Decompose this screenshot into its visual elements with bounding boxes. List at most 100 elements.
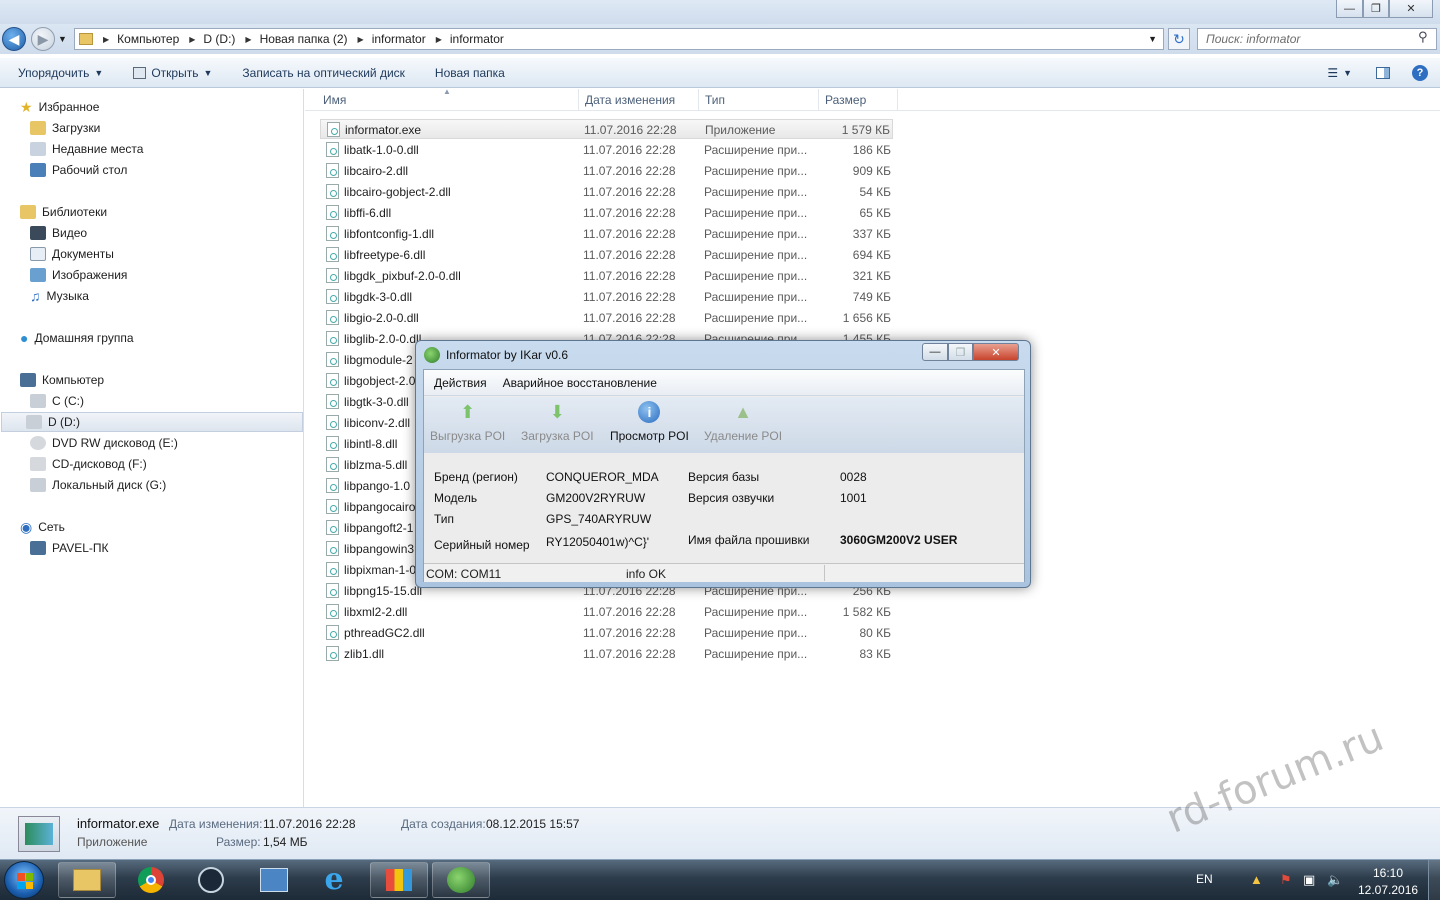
dialog-maximize-button[interactable]: ❐ (948, 343, 973, 361)
dialog-close-button[interactable]: ✕ (973, 343, 1019, 361)
file-row[interactable]: libcairo-gobject-2.dll 11.07.2016 22:28 Ра… (320, 182, 893, 202)
nav-homegroup[interactable]: ● Домашняя группа (20, 328, 134, 348)
organize-button[interactable]: Упорядочить ▼ (18, 66, 103, 80)
taskbar-informator[interactable] (432, 862, 490, 898)
nav-drive-g[interactable]: Локальный диск (G:) (30, 475, 166, 495)
view-poi-button[interactable]: i Просмотр POI (610, 401, 689, 443)
nav-pc[interactable]: PAVEL-ПК (30, 538, 109, 558)
warning-flag-icon[interactable]: ▲ (1250, 872, 1263, 887)
nav-recent-places[interactable]: Недавние места (30, 139, 143, 159)
new-folder-button[interactable]: Новая папка (435, 66, 505, 80)
file-date: 11.07.2016 22:28 (583, 227, 676, 241)
network-status-icon[interactable]: ▣ (1303, 872, 1315, 888)
file-row[interactable]: libgio-2.0-0.dll 11.07.2016 22:28 Расширен… (320, 308, 893, 328)
dll-file-icon (326, 394, 339, 409)
menu-recovery[interactable]: Аварийное восстановление (503, 376, 657, 390)
taskbar-steam[interactable] (182, 862, 240, 898)
details-size: 1,54 МБ (263, 835, 308, 849)
taskbar-explorer[interactable] (58, 862, 116, 898)
file-size: 80 КБ (859, 626, 891, 640)
status-com: COM: COM11 (426, 567, 502, 581)
serial-value: RY12050401w)^C}' (546, 535, 650, 549)
nav-music[interactable]: ♫ Музыка (30, 286, 89, 306)
nav-computer[interactable]: Компьютер (20, 370, 104, 390)
nav-desktop[interactable]: Рабочий стол (30, 160, 127, 180)
nav-pictures[interactable]: Изображения (30, 265, 127, 285)
model-value: GM200V2RYRUW (546, 491, 646, 505)
search-icon[interactable]: ⚲ (1418, 29, 1428, 45)
file-size: 1 656 КБ (842, 311, 891, 325)
start-button[interactable] (4, 861, 44, 899)
breadcrumb-informator[interactable]: ▶ informator (358, 32, 426, 46)
refresh-button[interactable]: ↻ (1168, 28, 1190, 50)
search-input[interactable]: Поиск: informator (1197, 28, 1437, 50)
address-history-dropdown[interactable]: ▼ (1148, 34, 1157, 44)
export-poi-button[interactable]: ⬆ Выгрузка POI (430, 401, 505, 444)
file-type: Расширение при... (704, 164, 808, 178)
nav-drive-c[interactable]: C (C:) (30, 391, 84, 411)
taskbar-remote[interactable] (245, 862, 303, 898)
file-name: informator.exe (345, 123, 422, 137)
column-size[interactable]: Размер (819, 89, 898, 111)
nav-network[interactable]: ◉ Сеть (20, 517, 65, 537)
burn-button[interactable]: Записать на оптический диск (242, 66, 405, 80)
file-row[interactable]: libgdk-3-0.dll 11.07.2016 22:28 Расширение… (320, 287, 893, 307)
menu-actions[interactable]: Действия (434, 376, 487, 390)
action-center-icon[interactable]: ⚑ (1280, 872, 1292, 888)
file-row[interactable]: libfontconfig-1.dll 11.07.2016 22:28 Расши… (320, 224, 893, 244)
dialog-minimize-button[interactable]: — (922, 343, 948, 361)
file-row[interactable]: libatk-1.0-0.dll 11.07.2016 22:28 Расширен… (320, 140, 893, 160)
file-row[interactable]: libxml2-2.dll 11.07.2016 22:28 Расширение … (320, 602, 893, 622)
nav-drive-f[interactable]: CD-дисковод (F:) (30, 454, 147, 474)
column-type[interactable]: Тип (699, 89, 819, 111)
taskbar-chrome[interactable] (122, 862, 180, 898)
nav-drive-d[interactable]: D (D:) (1, 412, 303, 432)
nav-video[interactable]: Видео (30, 223, 87, 243)
details-modified: 11.07.2016 22:28 (263, 817, 356, 831)
file-row[interactable]: zlib1.dll 11.07.2016 22:28 Расширение при.… (320, 644, 893, 664)
help-button[interactable]: ? (1412, 64, 1428, 81)
breadcrumb-drive-d[interactable]: ▶ D (D:) (189, 32, 235, 46)
file-row[interactable]: libffi-6.dll 11.07.2016 22:28 Расширение п… (320, 203, 893, 223)
delete-poi-button[interactable]: ▲ Удаление POI (704, 401, 782, 444)
music-icon: ♫ (30, 288, 41, 304)
maximize-button[interactable]: ❐ (1363, 0, 1389, 18)
column-date[interactable]: Дата изменения (579, 89, 699, 111)
show-desktop-button[interactable] (1428, 860, 1440, 900)
minimize-button[interactable]: — (1336, 0, 1363, 18)
file-row[interactable]: informator.exe 11.07.2016 22:28 Приложение… (320, 119, 893, 139)
import-poi-button[interactable]: ⬇ Загрузка POI (521, 401, 594, 444)
file-row[interactable]: libfreetype-6.dll 11.07.2016 22:28 Расшире… (320, 245, 893, 265)
file-row[interactable]: libcairo-2.dll 11.07.2016 22:28 Расширение… (320, 161, 893, 181)
preview-pane-button[interactable] (1376, 66, 1390, 79)
volume-icon[interactable]: 🔈 (1327, 872, 1343, 888)
file-type: Расширение при... (704, 626, 808, 640)
breadcrumb-computer[interactable]: ▶ Компьютер (103, 32, 179, 46)
nav-documents[interactable]: Документы (30, 244, 114, 264)
file-row[interactable]: pthreadGC2.dll 11.07.2016 22:28 Расширение… (320, 623, 893, 643)
file-name: libgio-2.0-0.dll (344, 311, 419, 325)
open-button[interactable]: Открыть ▼ (133, 66, 212, 80)
nav-libraries[interactable]: Библиотеки (20, 202, 107, 222)
view-options-button[interactable]: ☰ ▼ (1327, 66, 1352, 80)
voice-version-label: Версия озвучки (688, 491, 775, 505)
clock[interactable]: 16:10 12.07.2016 (1358, 866, 1418, 897)
forward-button[interactable]: ▶ (31, 27, 55, 51)
nav-favorites[interactable]: ★ Избранное (20, 97, 99, 117)
breadcrumb-new-folder[interactable]: ▶ Новая папка (2) (245, 32, 347, 46)
address-bar[interactable]: ▶ Компьютер ▶ D (D:) ▶ Новая папка (2) ▶ inf… (74, 28, 1164, 50)
voice-version-value: 1001 (840, 491, 867, 505)
details-modified-label: Дата изменения: (169, 817, 263, 831)
nav-drive-e[interactable]: DVD RW дисковод (E:) (30, 433, 178, 453)
breadcrumb-informator-current[interactable]: ▶ informator (436, 32, 504, 46)
recent-pages-dropdown[interactable]: ▼ (58, 34, 67, 44)
file-name: libpng15-15.dll (344, 584, 423, 598)
back-button[interactable]: ◀ (2, 27, 26, 51)
taskbar-ie[interactable]: e (305, 862, 363, 898)
internet-explorer-icon: e (324, 862, 344, 897)
close-button[interactable]: ✕ (1389, 0, 1433, 18)
nav-downloads[interactable]: Загрузки (30, 118, 100, 138)
taskbar-paint[interactable] (370, 862, 428, 898)
file-row[interactable]: libgdk_pixbuf-2.0-0.dll 11.07.2016 22:28 Р… (320, 266, 893, 286)
language-indicator[interactable]: EN (1196, 872, 1213, 886)
